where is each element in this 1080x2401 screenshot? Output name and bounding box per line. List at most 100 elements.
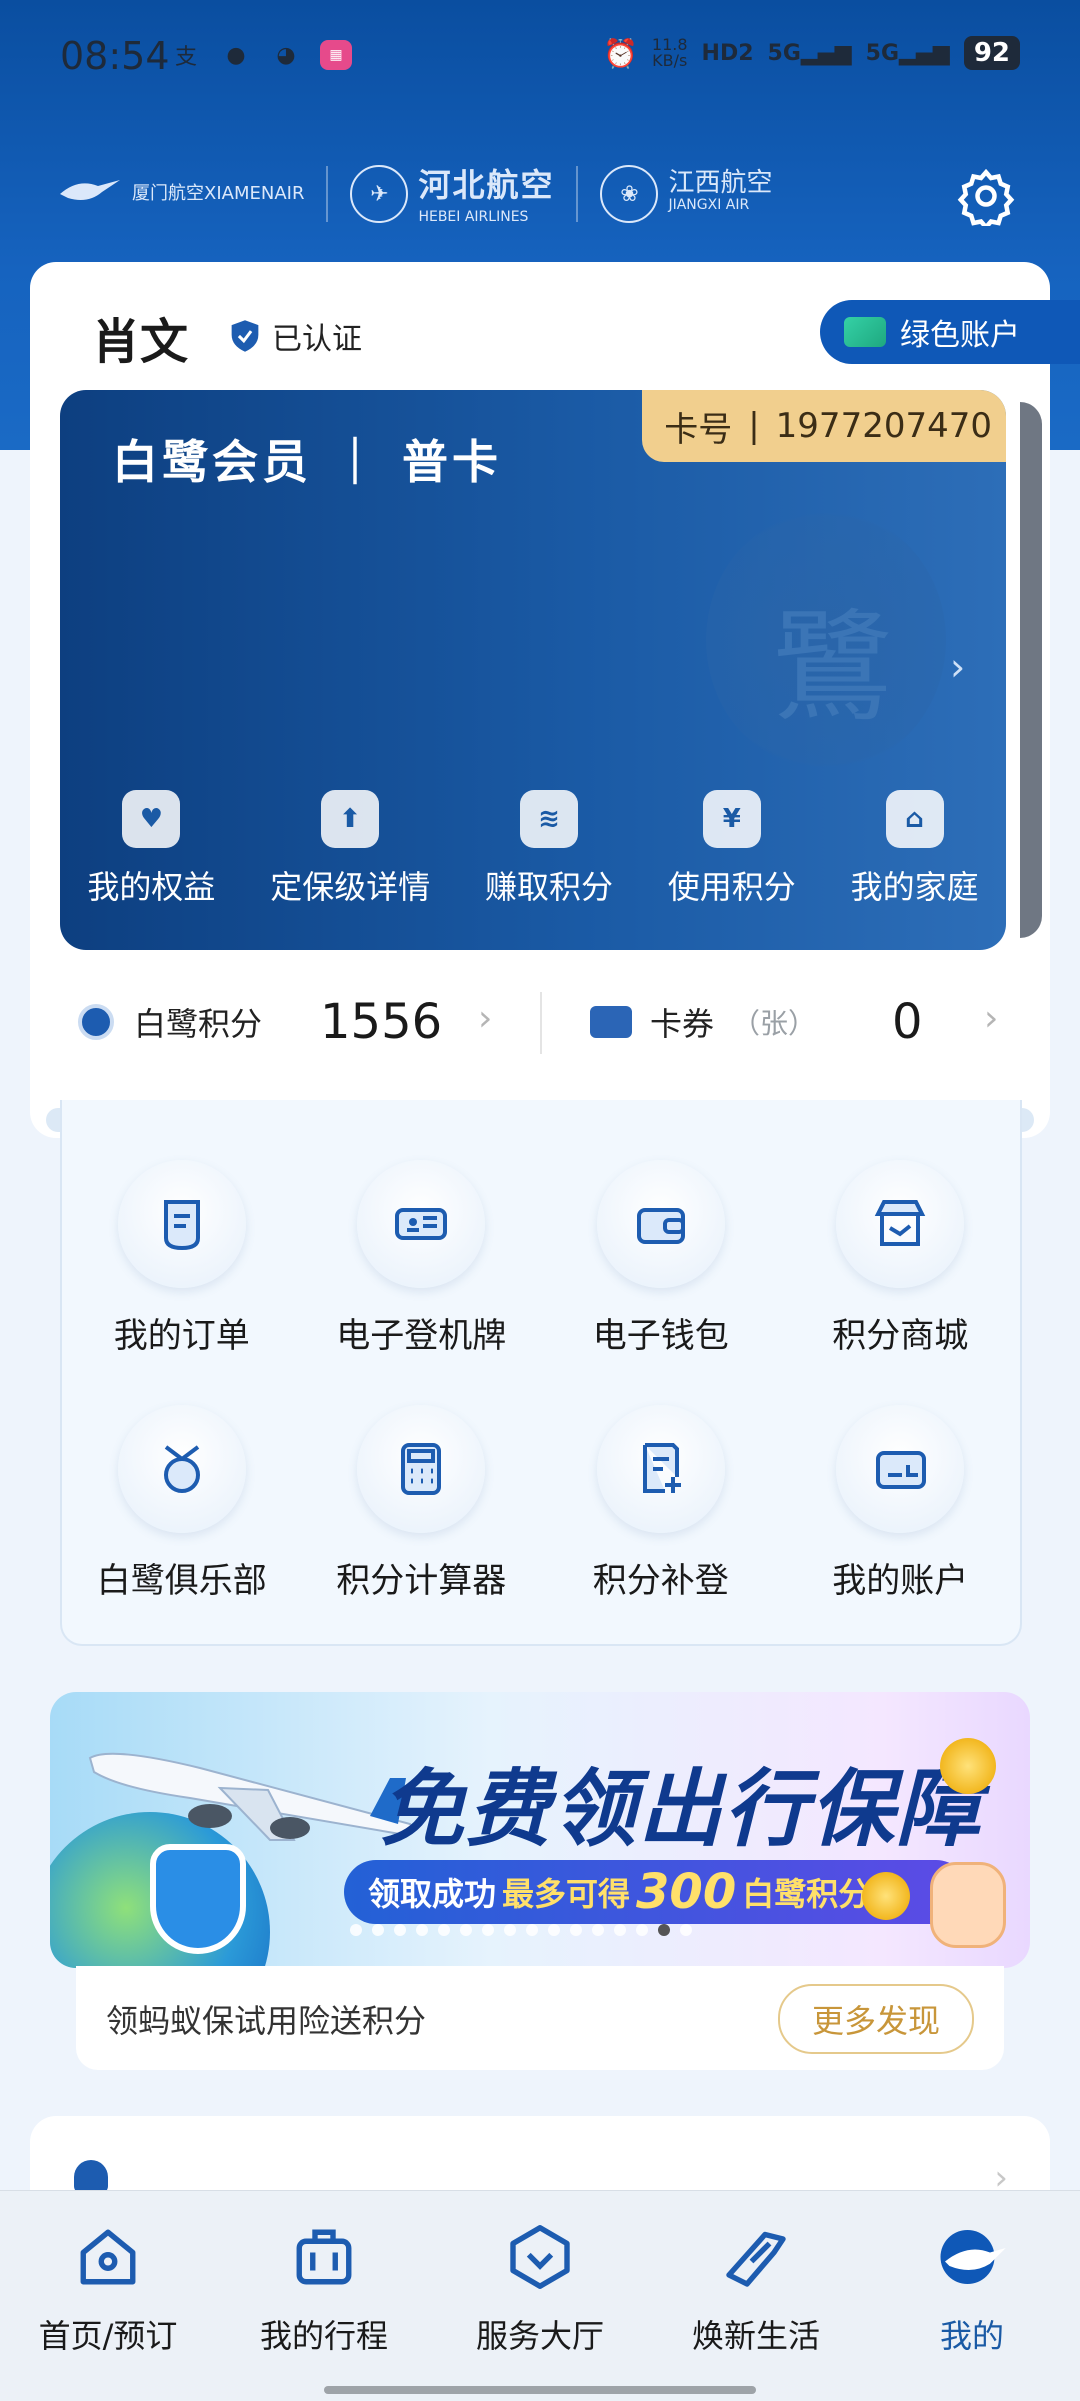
logo-separator [576,166,579,222]
tab-new-life[interactable]: 焕新生活 [656,2221,856,2357]
points-star-icon [78,1004,114,1040]
carousel-dot[interactable] [438,1924,450,1936]
service-e-wallet[interactable]: 电子钱包 [541,1160,781,1357]
sim2-signal: 5G▂▄▆ [865,40,950,66]
points-label: 白鹭积分 [134,1005,263,1043]
carousel-dot[interactable] [482,1924,494,1936]
gear-icon[interactable] [956,166,1016,226]
card-action-benefits[interactable]: ♥ 我的权益 [87,790,215,908]
carousel-indicator[interactable] [350,1924,692,1936]
tab-service-hall[interactable]: 服务大厅 [440,2221,640,2357]
service-points-claim[interactable]: 积分补登 [541,1405,781,1602]
card-action-family[interactable]: ⌂ 我的家庭 [851,790,979,908]
green-account-label: 绿色账户 [900,318,1020,353]
card-chevron-right-icon[interactable]: › [950,645,965,689]
card-actions: ♥ 我的权益 ⬆ 定保级详情 ≋ 赚取积分 ¥ 使用积分 ⌂ 我的家庭 [60,790,1006,908]
service-points-store[interactable]: 积分商城 [781,1160,1021,1357]
more-discover-button[interactable]: 更多发现 [778,1984,974,2054]
tab-label: 我的 [939,2317,1004,2355]
status-notification-icons: 支 ● ◕ ▦ [170,40,352,70]
home-indicator[interactable] [324,2386,756,2394]
card-action-earn-points[interactable]: ≋ 赚取积分 [485,790,613,908]
sim1-signal: 5G▂▄▆ [767,40,852,66]
card-number-separator: | [748,406,760,446]
egret-seal-glyph-icon: 鷺 [772,599,892,738]
card-number: 1977207470 [775,406,992,446]
jiangxi-mark-icon: ❀ [600,165,659,223]
card-action-label: 我的权益 [87,868,216,906]
tab-me[interactable]: 我的 [872,2221,1072,2357]
battery-level: 92 [963,36,1020,70]
gold-coin-icon [940,1738,996,1794]
carousel-dot[interactable] [636,1924,648,1936]
carousel-dot[interactable] [570,1924,582,1936]
hd-badge: HD2 [701,40,754,66]
coupons-value[interactable]: 0 [892,994,923,1050]
hebei-airlines-logo: ✈ 河北航空 HEBEI AIRLINES [350,160,554,228]
service-icon [510,2225,570,2289]
bell-icon [74,2160,108,2194]
coupons-unit: （张） [732,1007,817,1040]
coupons-chevron-right-icon[interactable]: › [984,998,998,1039]
service-my-orders[interactable]: 我的订单 [62,1160,302,1357]
coupons-entry[interactable]: 卡券 （张） [590,962,816,1082]
carousel-dot[interactable] [614,1924,626,1936]
egret-logo-icon [60,180,120,200]
coins-icon: ≋ [519,790,578,848]
carousel-dot[interactable] [350,1924,362,1936]
member-panel: 肖文 已认证 绿色账户 白鹭会员 ｜ 普卡 卡号 | 1977207470 鷺 … [30,262,1080,1138]
pointing-hand-icon [930,1862,1006,1948]
boarding-pass-icon [357,1160,486,1288]
points-coupons-row: 白鹭积分 1556 › 卡券 （张） 0 › [30,962,1050,1082]
row-divider [540,992,542,1054]
carousel-dot[interactable] [416,1924,428,1936]
verified-label: 已认证 [272,322,362,357]
carousel-dot[interactable] [526,1924,538,1936]
coupons-label: 卡券 [650,1005,715,1043]
card-action-tier-details[interactable]: ⬆ 定保级详情 [270,790,430,908]
verified-status: 已认证 [230,314,362,358]
service-egret-club[interactable]: 白鹭俱乐部 [62,1405,302,1602]
service-label: 我的账户 [832,1561,969,1601]
service-label: 我的订单 [113,1316,250,1356]
carousel-dot[interactable] [680,1924,692,1936]
tab-label: 首页/预订 [38,2317,178,2355]
points-value[interactable]: 1556 [320,994,442,1050]
member-name: 肖文 [92,314,189,370]
carousel-dot[interactable] [460,1924,472,1936]
carousel-dot[interactable] [504,1924,516,1936]
carousel-dot[interactable] [548,1924,560,1936]
tab-my-trips[interactable]: 我的行程 [224,2221,424,2357]
points-entry[interactable]: 白鹭积分 [78,962,262,1082]
carousel-dot[interactable] [372,1924,384,1936]
luggage-icon [296,2229,352,2285]
green-account-button[interactable]: 绿色账户 [820,300,1080,364]
service-points-calculator[interactable]: 积分计算器 [302,1405,542,1602]
carousel-dot[interactable] [658,1924,670,1936]
account-card-icon [836,1405,965,1533]
airplane-illustration [88,1752,413,1841]
home-icon: ⌂ [885,790,944,848]
shield-check-icon [150,1844,246,1954]
alipay-icon: 支 [174,45,197,70]
coupon-ticket-icon [590,1006,632,1038]
tab-home-booking[interactable]: 首页/预订 [8,2221,208,2357]
banner-pill-number: 300 [636,1864,737,1920]
promo-banner[interactable]: 免费领出行保障 领取成功 最多可得 300 白鹭积分！ [50,1692,1030,1968]
status-bar: 08:54 支 ● ◕ ▦ ⏰ 11.8 KB/s HD2 5G▂▄▆ 5G▂▄▆… [0,0,1080,110]
services-grid: 我的订单 电子登机牌 电子钱包 积分商城 白鹭俱乐部 积分计算器 积分补登 我的… [62,1160,1020,1602]
carousel-dot[interactable] [394,1924,406,1936]
service-boarding-pass[interactable]: 电子登机牌 [302,1160,542,1357]
points-chevron-right-icon[interactable]: › [478,998,492,1039]
carousel-dot[interactable] [592,1924,604,1936]
insurance-text[interactable]: 领蚂蚁保试用险送积分 [106,1996,426,2042]
card-action-use-points[interactable]: ¥ 使用积分 [668,790,796,908]
net-speed: 11.8 KB/s [651,35,688,70]
card-action-label: 定保级详情 [270,868,431,906]
member-card[interactable]: 白鹭会员 ｜ 普卡 卡号 | 1977207470 鷺 › ♥ 我的权益 ⬆ 定… [60,390,1006,950]
alarm-icon: ⏰ [603,36,638,70]
gold-coin-icon [862,1872,910,1920]
order-icon [117,1160,246,1288]
service-my-account[interactable]: 我的账户 [781,1405,1021,1602]
tab-label: 焕新生活 [691,2317,820,2355]
